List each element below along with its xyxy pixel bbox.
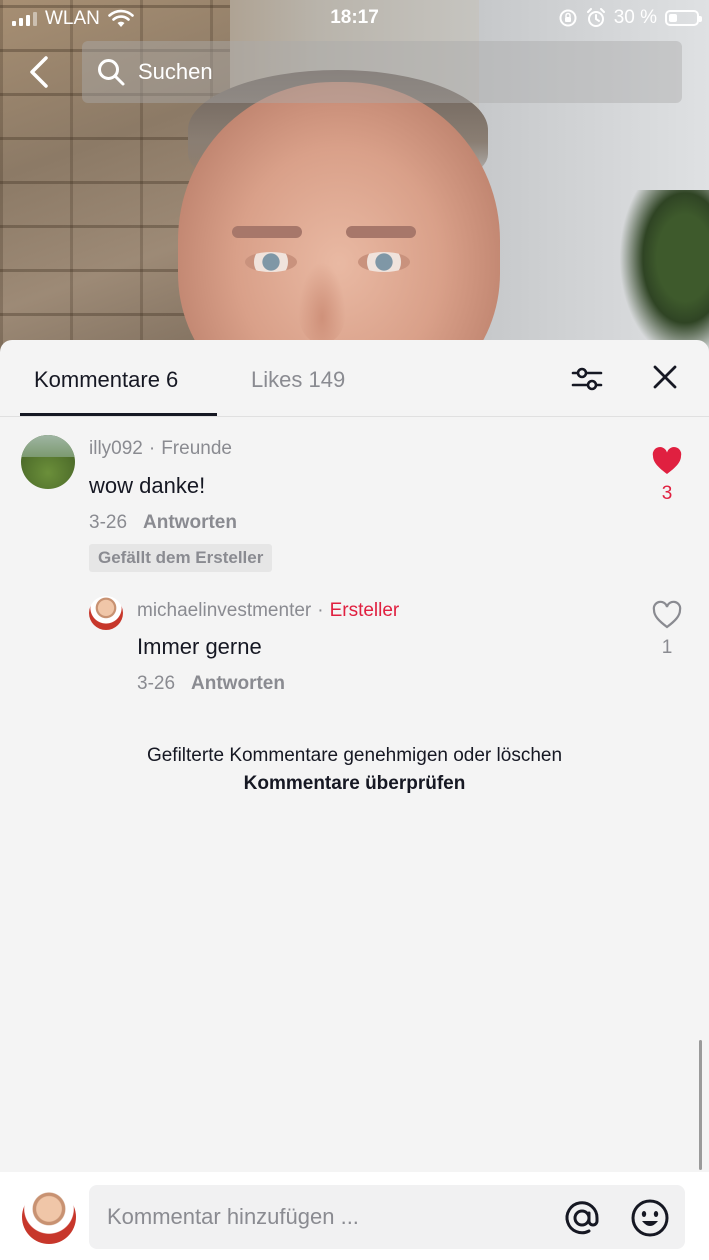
- alarm-icon: [586, 8, 605, 27]
- comment-text: wow danke!: [89, 473, 206, 498]
- avatar[interactable]: [21, 435, 75, 489]
- comment-input[interactable]: [105, 1203, 539, 1231]
- comment-meta: illy092 · Freunde: [89, 438, 232, 459]
- like-count: 1: [661, 637, 673, 658]
- close-icon[interactable]: [650, 362, 680, 392]
- tab-comments[interactable]: Kommentare 6: [34, 367, 178, 393]
- plant: [619, 190, 709, 360]
- comment-composer: [0, 1172, 709, 1260]
- like-count: 3: [661, 483, 673, 504]
- search-input[interactable]: [136, 58, 640, 86]
- my-avatar[interactable]: [22, 1190, 76, 1244]
- reply-username[interactable]: michaelinvestmenter: [137, 600, 311, 621]
- scrollbar[interactable]: [699, 1040, 702, 1170]
- back-arrow-icon[interactable]: [22, 52, 58, 92]
- like-button[interactable]: 3: [647, 446, 687, 505]
- battery-level: [669, 14, 677, 22]
- emoji-icon[interactable]: [629, 1197, 671, 1239]
- status-bar: WLAN 18:17 30 %: [0, 0, 709, 36]
- like-button[interactable]: 1: [647, 600, 687, 659]
- brow-left: [232, 226, 302, 238]
- mention-icon[interactable]: [561, 1197, 603, 1239]
- creator-liked-badge: Gefällt dem Ersteller: [89, 544, 273, 572]
- comment-footer: 3-26 Antworten: [89, 512, 237, 534]
- eye-right: [358, 252, 410, 272]
- comment-date: 3-26: [89, 512, 128, 533]
- reply-text: Immer gerne: [137, 634, 262, 659]
- eye-left: [245, 252, 297, 272]
- reply-button[interactable]: Antworten: [143, 512, 237, 533]
- reply-meta: michaelinvestmenter · Ersteller: [137, 600, 400, 621]
- comment-field[interactable]: [89, 1185, 685, 1249]
- reply-button[interactable]: Antworten: [191, 673, 285, 694]
- orientation-lock-icon: [559, 9, 577, 27]
- brow-right: [346, 226, 416, 238]
- comments-sheet: Kommentare 6 Likes 149 illy092 · Freunde w…: [0, 340, 709, 1260]
- nose: [298, 262, 346, 342]
- reply-date: 3-26: [137, 673, 176, 694]
- filtered-comments-note: Gefilterte Kommentare genehmigen oder lö…: [146, 745, 563, 766]
- relation-label: Freunde: [161, 438, 232, 459]
- heart-outline-icon: [652, 600, 682, 629]
- filter-sliders-icon[interactable]: [570, 362, 604, 396]
- reply-footer: 3-26 Antworten: [137, 673, 285, 695]
- comment-username[interactable]: illy092: [89, 438, 143, 459]
- comments-tabs: Kommentare 6 Likes 149: [0, 340, 709, 417]
- tab-likes[interactable]: Likes 149: [251, 367, 345, 393]
- battery-icon: [665, 10, 702, 26]
- search-bar[interactable]: [82, 41, 682, 103]
- review-comments-link[interactable]: Kommentare überprüfen: [0, 773, 709, 795]
- avatar[interactable]: [89, 596, 123, 630]
- active-tab-indicator: [20, 413, 217, 416]
- battery-percent: 30 %: [613, 7, 657, 28]
- creator-label: Ersteller: [329, 600, 400, 621]
- search-icon: [98, 59, 125, 86]
- heart-filled-icon: [652, 447, 682, 474]
